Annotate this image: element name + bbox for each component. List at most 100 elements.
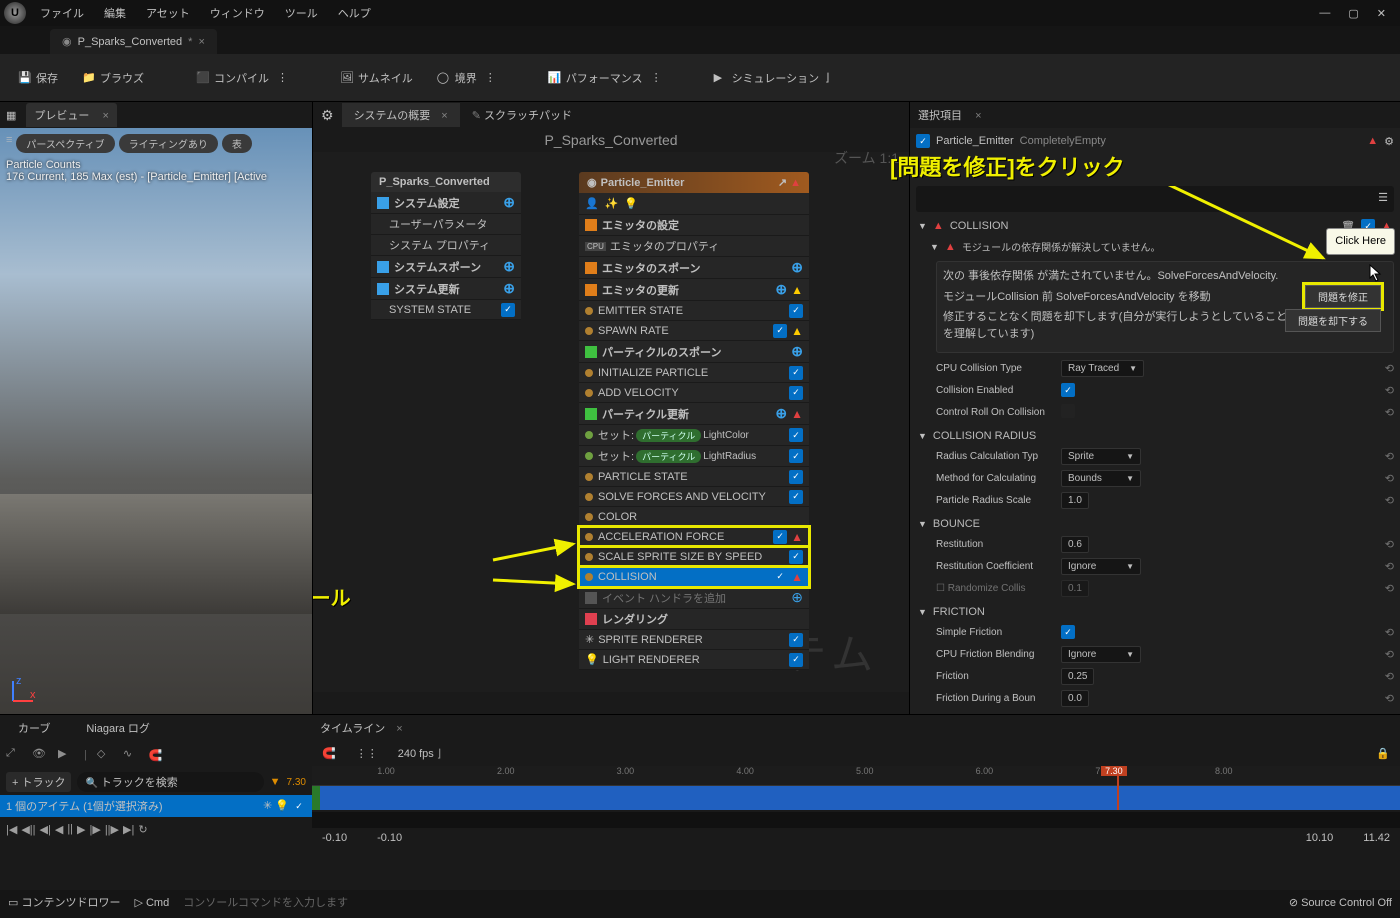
transport-pause[interactable]: || xyxy=(67,823,73,836)
viewport-menu-icon[interactable]: ≡ xyxy=(6,134,12,153)
stack-row[interactable]: システム プロパティ xyxy=(371,235,521,256)
stack-row[interactable]: ユーザーパラメータ xyxy=(371,214,521,235)
stack-row[interactable]: システム設定⊕ xyxy=(371,192,521,214)
settings-icon[interactable]: ⚙ xyxy=(313,103,342,128)
stack-row[interactable]: エミッタの設定 xyxy=(579,215,809,236)
menu-asset[interactable]: アセット xyxy=(136,1,200,25)
tool-key-icon[interactable]: ◇ xyxy=(97,747,113,763)
stack-row[interactable]: セット:パーティクルLightColor✓ xyxy=(579,425,809,446)
stack-row[interactable]: ✳SPRITE RENDERER✓ xyxy=(579,630,809,650)
section-age[interactable]: ▼AGE COLLIDING PARTICL xyxy=(916,713,1394,714)
lock-icon[interactable]: 🔒 xyxy=(1376,747,1390,760)
tool-curve-icon[interactable]: ∿ xyxy=(123,747,139,763)
Friction-input[interactable]: 0.25 xyxy=(1061,668,1094,685)
timeline-track[interactable]: 7.30 xyxy=(312,786,1400,810)
emitter-stack[interactable]: ◉Particle_Emitter ↗ ▲ 👤✨💡エミッタの設定CPUエミッタの… xyxy=(579,172,809,670)
transport-reverse[interactable]: ◀ xyxy=(55,823,63,836)
timeline-scrollbar[interactable] xyxy=(312,812,1400,828)
stack-row[interactable]: EMITTER STATE✓ xyxy=(579,301,809,321)
tab-close[interactable]: × xyxy=(198,36,204,48)
window-minimize[interactable]: — xyxy=(1319,7,1330,20)
compile-button[interactable]: ⬛コンパイル⋮ xyxy=(188,66,296,90)
emitter-enabled-checkbox[interactable]: ✓ xyxy=(916,134,930,148)
view-lighting[interactable]: ライティングあり xyxy=(119,134,218,153)
reset-icon[interactable]: ⟲ xyxy=(1385,626,1394,639)
stack-row[interactable]: INITIALIZE PARTICLE✓ xyxy=(579,363,809,383)
Particle Radius Scale-input[interactable]: 1.0 xyxy=(1061,492,1089,509)
snap-dropdown[interactable]: ⋮⋮ xyxy=(356,747,378,760)
lightbulb-icon[interactable]: 💡 xyxy=(624,197,638,210)
window-maximize[interactable]: ▢ xyxy=(1348,7,1358,20)
section-bounce[interactable]: ▼BOUNCE xyxy=(916,515,1394,533)
tl-start-crop[interactable]: -0.10 xyxy=(322,832,347,844)
reset-icon[interactable]: ⟲ xyxy=(1385,472,1394,485)
filter-icon[interactable]: ▼ xyxy=(270,776,281,788)
add-icon[interactable]: ⊕ xyxy=(791,343,803,360)
stack-row[interactable]: レンダリング xyxy=(579,609,809,630)
row-checkbox[interactable]: ✓ xyxy=(789,304,803,318)
Restitution Coefficient-select[interactable]: Ignore▼ xyxy=(1061,558,1141,575)
row-checkbox[interactable]: ✓ xyxy=(789,366,803,380)
row-checkbox[interactable]: ✓ xyxy=(789,449,803,463)
transport-step-back[interactable]: ◀|| xyxy=(21,823,35,836)
menu-tools[interactable]: ツール xyxy=(275,1,328,25)
transport-step-fwd[interactable]: ||▶ xyxy=(105,823,119,836)
Restitution-input[interactable]: 0.6 xyxy=(1061,536,1089,553)
scratchpad-tab[interactable]: ✎ スクラッチパッド xyxy=(460,103,584,127)
particles-icon[interactable]: ✨ xyxy=(605,197,619,210)
timeline-tab[interactable]: タイムライン × xyxy=(320,720,403,736)
stack-row[interactable]: COLOR xyxy=(579,507,809,527)
dismiss-issue-button[interactable]: 問題を却下する xyxy=(1285,309,1381,332)
stack-row[interactable]: ACCELERATION FORCE✓▲ xyxy=(579,527,809,547)
menu-file[interactable]: ファイル xyxy=(30,1,94,25)
reset-icon[interactable]: ⟲ xyxy=(1385,648,1394,661)
Radius Calculation Typ-select[interactable]: Sprite▼ xyxy=(1061,448,1141,465)
row-checkbox[interactable]: ✓ xyxy=(789,653,803,667)
reset-icon[interactable]: ⟲ xyxy=(1385,582,1394,595)
transport-to-start[interactable]: |◀ xyxy=(6,823,17,836)
person-icon[interactable]: 👤 xyxy=(585,197,599,210)
section-collision[interactable]: ▼ ▲ COLLISION 🗑 ✓ ▲ xyxy=(916,216,1394,236)
stack-row[interactable]: SPAWN RATE✓▲ xyxy=(579,321,809,341)
CPU Friction Blending-select[interactable]: Ignore▼ xyxy=(1061,646,1141,663)
stack-row[interactable]: SCALE SPRITE SIZE BY SPEED✓ xyxy=(579,547,809,567)
add-icon[interactable]: ⊕ xyxy=(503,258,515,275)
transport-to-end[interactable]: ▶| xyxy=(123,823,134,836)
row-checkbox[interactable]: ✓ xyxy=(789,550,803,564)
add-track-button[interactable]: + トラック xyxy=(6,772,71,792)
menu-help[interactable]: ヘルプ xyxy=(328,1,381,25)
row-checkbox[interactable]: ✓ xyxy=(773,324,787,338)
menu-edit[interactable]: 編集 xyxy=(94,1,136,25)
details-search[interactable]: ☰ xyxy=(916,186,1394,212)
Simple Friction-checkbox[interactable]: ✓ xyxy=(1061,625,1075,639)
grid-icon[interactable]: ▦ xyxy=(6,109,16,122)
system-overview-tab[interactable]: システムの概要 × xyxy=(342,103,460,127)
reset-icon[interactable]: ⟲ xyxy=(1385,384,1394,397)
reset-icon[interactable]: ⟲ xyxy=(1385,692,1394,705)
transport-next-key[interactable]: |▶ xyxy=(90,823,101,836)
niagara-log-tab[interactable]: Niagara ログ xyxy=(68,716,168,740)
track-search[interactable]: 🔍 トラックを検索 xyxy=(77,772,263,792)
tl-end[interactable]: 10.10 xyxy=(1306,832,1334,844)
preview-tab[interactable]: プレビュー × xyxy=(26,103,117,127)
graph-canvas[interactable]: ズーム 1:1 システム P_Sparks_Converted システム設定⊕ユ… xyxy=(313,152,909,692)
Collision Enabled-checkbox[interactable]: ✓ xyxy=(1061,383,1075,397)
reset-icon[interactable]: ⟲ xyxy=(1385,450,1394,463)
snap-toggle-icon[interactable]: 🧲 xyxy=(322,747,336,760)
stack-row[interactable]: パーティクル更新⊕▲ xyxy=(579,403,809,425)
Randomize Collis-input[interactable]: 0.1 xyxy=(1061,580,1089,597)
browse-button[interactable]: 📁ブラウズ xyxy=(74,66,152,90)
tool-zoom-icon[interactable]: ⤢ xyxy=(6,747,22,763)
asset-tab[interactable]: ◉ P_Sparks_Converted* × xyxy=(50,29,217,54)
selected-item-row[interactable]: 1 個のアイテム (1個が選択済み) ✳ 💡 ✓ xyxy=(0,795,312,817)
stack-row[interactable]: システム更新⊕ xyxy=(371,278,521,300)
warning-icon[interactable]: ▲ xyxy=(1367,135,1378,147)
tool-eye-icon[interactable]: 👁 xyxy=(32,747,48,763)
row-checkbox[interactable]: ✓ xyxy=(789,386,803,400)
system-stack-title[interactable]: P_Sparks_Converted xyxy=(371,172,521,192)
add-icon[interactable]: ⊕ xyxy=(775,405,787,422)
filter-icon[interactable]: ☰ xyxy=(1378,191,1388,204)
section-friction[interactable]: ▼FRICTION xyxy=(916,603,1394,621)
add-icon[interactable]: ⊕ xyxy=(503,194,515,211)
window-close[interactable]: ✕ xyxy=(1377,7,1386,20)
